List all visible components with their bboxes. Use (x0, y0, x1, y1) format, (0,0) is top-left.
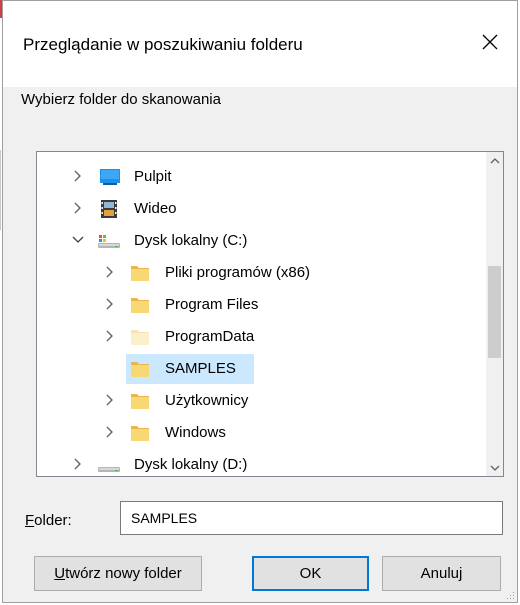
folder-icon (130, 423, 150, 443)
folder-icon (130, 359, 150, 379)
scroll-up-button[interactable] (486, 152, 503, 169)
dialog-title: Przeglądanie w poszukiwaniu folderu (23, 35, 303, 54)
chevron-right-icon[interactable] (103, 425, 117, 439)
folder-icon (130, 295, 150, 315)
background-divider (0, 150, 1, 230)
drive-icon (97, 231, 120, 251)
new-folder-accelerator: U (54, 565, 66, 582)
cancel-button[interactable]: Anuluj (382, 556, 501, 591)
chevron-right-icon[interactable] (103, 393, 117, 407)
folder-label-text: older: (34, 512, 72, 529)
folder-field-label: Folder: (25, 512, 72, 529)
folder-icon (130, 263, 150, 283)
resize-grip-icon[interactable] (505, 590, 515, 600)
instruction-text: Wybierz folder do skanowania (21, 91, 221, 108)
tree-item-dysk-c[interactable]: Dysk lokalny (C:) (37, 225, 486, 257)
tree-item-label: SAMPLES (165, 360, 236, 377)
new-folder-button[interactable]: Utwórz nowy folder (34, 556, 202, 591)
tree-item-programdata[interactable]: ProgramData (37, 321, 486, 353)
chevron-right-icon[interactable] (103, 329, 117, 343)
browse-folder-dialog: Przeglądanie w poszukiwaniu folderu Wybi… (2, 0, 518, 603)
chevron-right-icon[interactable] (103, 297, 117, 311)
tree-item-samples[interactable]: SAMPLES (37, 353, 486, 385)
ok-button[interactable]: OK (252, 556, 369, 591)
new-folder-label: twórz nowy folder (65, 565, 182, 582)
tree-item-pulpit[interactable]: Pulpit (37, 161, 486, 193)
tree-item-program-files[interactable]: Program Files (37, 289, 486, 321)
tree-item-wideo[interactable]: Wideo (37, 193, 486, 225)
chevron-down-icon (490, 465, 499, 471)
folder-tree-content: Pulpit Wideo Dysk lokalny (C:) Pliki pro… (37, 152, 486, 476)
title-bar: Przeglądanie w poszukiwaniu folderu (3, 1, 517, 87)
chevron-right-icon[interactable] (71, 457, 85, 471)
tree-item-label: Dysk lokalny (D:) (134, 456, 248, 473)
tree-item-windows[interactable]: Windows (37, 417, 486, 449)
chevron-right-icon[interactable] (71, 169, 85, 183)
tree-item-dysk-d[interactable]: Dysk lokalny (D:) (37, 449, 486, 476)
folder-icon (130, 391, 150, 411)
folder-tree[interactable]: Pulpit Wideo Dysk lokalny (C:) Pliki pro… (36, 151, 504, 477)
desktop-icon (99, 167, 120, 187)
vertical-scrollbar[interactable] (486, 152, 503, 476)
tree-item-label: Dysk lokalny (C:) (134, 232, 248, 249)
tree-item-label: Użytkownicy (165, 392, 249, 409)
folder-input[interactable] (120, 501, 503, 535)
close-icon (482, 34, 498, 50)
tree-item-label: Wideo (134, 200, 177, 217)
tree-item-label: ProgramData (165, 328, 255, 345)
close-button[interactable] (473, 25, 507, 59)
scroll-down-button[interactable] (486, 459, 503, 476)
scrollbar-thumb[interactable] (488, 266, 501, 358)
tree-item-uzytkownicy[interactable]: Użytkownicy (37, 385, 486, 417)
drive-icon (97, 455, 120, 475)
chevron-right-icon[interactable] (103, 265, 117, 279)
chevron-right-icon[interactable] (71, 201, 85, 215)
folder-icon (130, 327, 150, 347)
video-icon (100, 199, 120, 219)
tree-item-label: Pliki programów (x86) (165, 264, 311, 281)
chevron-up-icon (490, 157, 499, 163)
tree-item-label: Windows (165, 424, 226, 441)
folder-label-accelerator: F (25, 512, 35, 529)
chevron-down-icon[interactable] (71, 233, 85, 247)
tree-item-pliki-programow-x86[interactable]: Pliki programów (x86) (37, 257, 486, 289)
tree-item-label: Pulpit (134, 168, 172, 185)
tree-item-label: Program Files (165, 296, 259, 313)
